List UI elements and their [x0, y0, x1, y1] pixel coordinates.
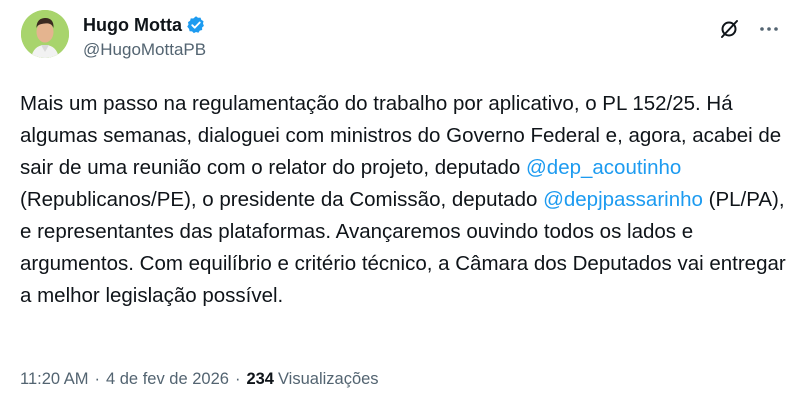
author-handle[interactable]: @HugoMottaPB — [83, 40, 206, 60]
author-display-name[interactable]: Hugo Motta — [83, 15, 182, 36]
verified-badge-icon — [186, 15, 206, 35]
more-options-icon[interactable] — [758, 18, 780, 40]
tweet-date[interactable]: 4 de fev de 2026 — [106, 370, 229, 389]
meta-separator: · — [94, 370, 101, 388]
grok-icon[interactable] — [718, 18, 740, 40]
views-label: Visualizações — [277, 370, 379, 388]
avatar-image — [21, 10, 69, 58]
tweet-time[interactable]: 11:20 AM — [20, 370, 89, 389]
author-block: Hugo Motta @HugoMottaPB — [83, 14, 206, 60]
tweet-card: Hugo Motta @HugoMottaPB Mais um passo na… — [0, 0, 800, 410]
mention-link-depjpassarinho[interactable]: @depjpassarinho — [543, 188, 703, 211]
tweet-meta: 11:20 AM · 4 de fev de 2026 · 234 Visual… — [20, 370, 379, 389]
avatar[interactable] — [21, 10, 69, 58]
meta-separator: · — [234, 370, 241, 388]
tweet-text: Mais um passo na regulamentação do traba… — [20, 88, 790, 312]
tweet-top-actions — [718, 18, 780, 40]
tweet-text-part: (Republicanos/PE), o presidente da Comis… — [20, 188, 544, 211]
mention-link-dep-acoutinho[interactable]: @dep_acoutinho — [526, 156, 681, 179]
views-count: 234 — [246, 370, 274, 388]
